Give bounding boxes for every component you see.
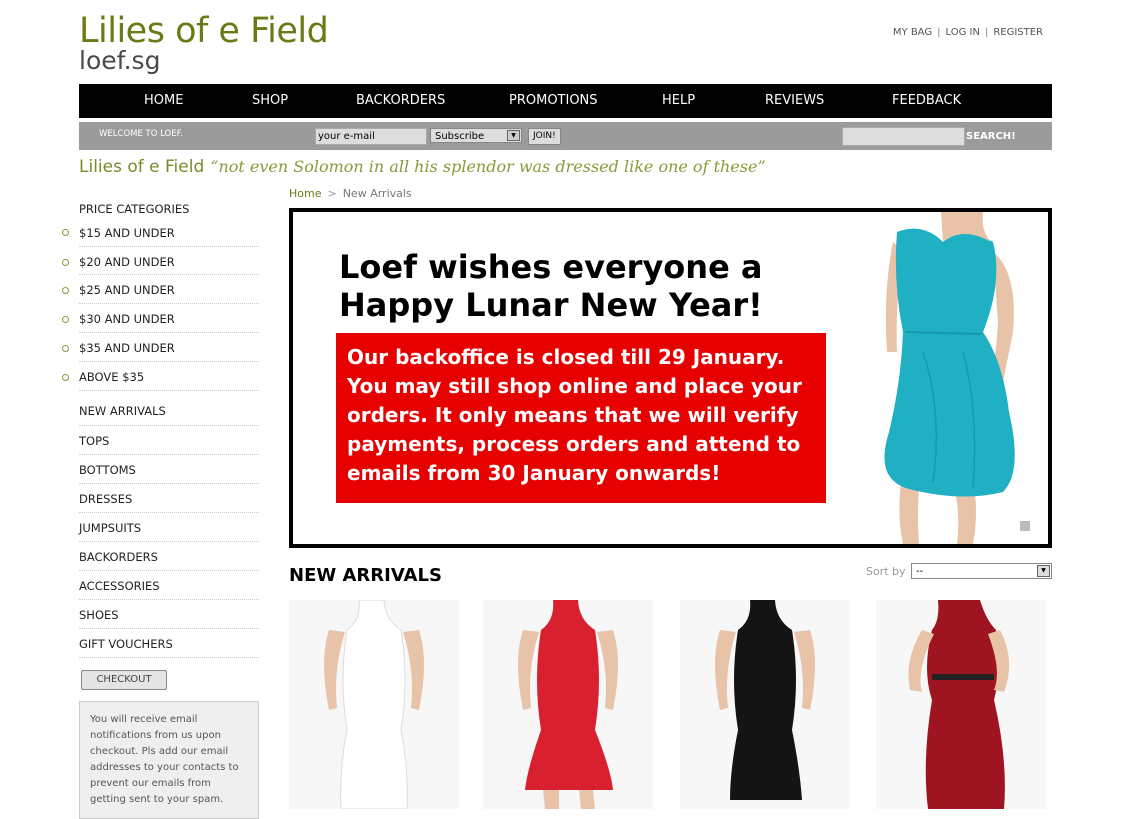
- login-link[interactable]: LOG IN: [945, 27, 979, 38]
- nav-help[interactable]: HELP: [662, 84, 695, 118]
- sort-select[interactable]: -- ▼: [911, 563, 1052, 579]
- new-arrivals-title: NEW ARRIVALS: [289, 565, 442, 586]
- slider-pager-dot[interactable]: [1020, 521, 1030, 531]
- breadcrumb-separator: >: [327, 187, 337, 200]
- notice-line: Our backoffice is closed till 29 January…: [347, 345, 785, 369]
- sidebar-item-label: SHOES: [79, 608, 119, 622]
- subscribe-select-value: Subscribe: [435, 131, 485, 142]
- product-image-white-dress[interactable]: [289, 599, 459, 810]
- tagline-quote: “not even Solomon in all his splendor wa…: [210, 157, 766, 176]
- sidebar-item-label: JUMPSUITS: [79, 521, 142, 535]
- bullet-icon: [62, 374, 69, 381]
- account-links: MY BAG | LOG IN | REGISTER: [892, 27, 1043, 38]
- sidebar-item-dresses[interactable]: DRESSES: [79, 484, 259, 513]
- sidebar-item-label: NEW ARRIVALS: [79, 404, 166, 418]
- sidebar-item-new-arrivals[interactable]: NEW ARRIVALS: [79, 391, 259, 426]
- sidebar-item-price-20[interactable]: $20 AND UNDER: [62, 247, 259, 275]
- bullet-icon: [62, 229, 69, 236]
- sidebar-item-label: DRESSES: [79, 492, 133, 506]
- sidebar-item-label: BACKORDERS: [79, 550, 158, 564]
- nav-promotions[interactable]: PROMOTIONS: [509, 84, 598, 118]
- tagline: Lilies of e Field “not even Solomon in al…: [79, 157, 766, 177]
- product-card[interactable]: [483, 600, 653, 809]
- bullet-icon: [62, 345, 69, 352]
- banner-headline-line2: Happy Lunar New Year!: [339, 286, 763, 324]
- notice-line: orders. It only means that we will verif…: [347, 403, 799, 427]
- product-card[interactable]: [680, 600, 850, 809]
- sort-by-label: Sort by: [866, 565, 906, 578]
- banner-headline-line1: Loef wishes everyone a: [339, 248, 763, 286]
- chevron-down-icon: ▼: [1037, 565, 1050, 577]
- sidebar-item-price-35[interactable]: $35 AND UNDER: [62, 333, 259, 362]
- promo-banner[interactable]: Loef wishes everyone a Happy Lunar New Y…: [289, 208, 1052, 548]
- banner-headline: Loef wishes everyone a Happy Lunar New Y…: [339, 248, 763, 324]
- notice-line: payments, process orders and attend to: [347, 432, 801, 456]
- join-button[interactable]: JOIN!: [528, 128, 561, 145]
- price-categories-heading: PRICE CATEGORIES: [79, 202, 190, 216]
- sidebar-item-label: GIFT VOUCHERS: [79, 637, 173, 651]
- notice-line: emails from 30 January onwards!: [347, 461, 721, 485]
- nav-reviews[interactable]: REVIEWS: [765, 84, 824, 118]
- sidebar-item-jumpsuits[interactable]: JUMPSUITS: [79, 513, 259, 542]
- site-logo[interactable]: Lilies of e Field loef.sg: [79, 10, 329, 74]
- breadcrumb-current: New Arrivals: [342, 187, 412, 200]
- sidebar-item-label: BOTTOMS: [79, 463, 136, 477]
- sidebar-item-label: $20 AND UNDER: [79, 255, 175, 269]
- chevron-down-icon: ▼: [507, 130, 520, 141]
- nav-home[interactable]: HOME: [144, 84, 183, 118]
- tagline-brand: Lilies of e Field: [79, 157, 205, 177]
- product-card[interactable]: [876, 600, 1046, 809]
- sidebar-item-price-25[interactable]: $25 AND UNDER: [62, 275, 259, 304]
- sidebar-item-label: $15 AND UNDER: [79, 226, 175, 240]
- checkout-button[interactable]: CHECKOUT: [81, 670, 167, 690]
- subscribe-select[interactable]: Subscribe ▼: [430, 128, 522, 143]
- sidebar-item-accessories[interactable]: ACCESSORIES: [79, 571, 259, 600]
- breadcrumb-home[interactable]: Home: [289, 187, 321, 200]
- newsletter-email-input[interactable]: [315, 128, 427, 145]
- notice-line: You may still shop online and place your: [347, 374, 802, 398]
- product-card[interactable]: [289, 599, 459, 810]
- banner-notice-text: Our backoffice is closed till 29 January…: [347, 343, 802, 488]
- sidebar-item-price-above-35[interactable]: ABOVE $35: [62, 362, 259, 391]
- sidebar-item-label: $35 AND UNDER: [79, 341, 175, 355]
- sidebar-item-label: ABOVE $35: [79, 370, 145, 384]
- welcome-text: WELCOME TO LOEF.: [99, 129, 183, 139]
- sidebar-item-shoes[interactable]: SHOES: [79, 600, 259, 629]
- bullet-icon: [62, 259, 69, 266]
- breadcrumb: Home > New Arrivals: [289, 187, 412, 200]
- product-image-red-dress[interactable]: [483, 600, 653, 809]
- sidebar-item-bottoms[interactable]: BOTTOMS: [79, 455, 259, 484]
- search-input[interactable]: [842, 127, 965, 146]
- banner-notice-box: Our backoffice is closed till 29 January…: [336, 333, 826, 503]
- sidebar: PRICE CATEGORIES $15 AND UNDER $20 AND U…: [62, 202, 259, 658]
- product-image-black-dress[interactable]: [680, 600, 850, 809]
- bullet-icon: [62, 316, 69, 323]
- sidebar-item-price-15[interactable]: $15 AND UNDER: [62, 222, 259, 247]
- sidebar-item-label: TOPS: [79, 434, 110, 448]
- sidebar-item-label: $25 AND UNDER: [79, 283, 175, 297]
- register-link[interactable]: REGISTER: [993, 27, 1043, 38]
- bullet-icon: [62, 287, 69, 294]
- nav-shop[interactable]: SHOP: [252, 84, 288, 118]
- search-button[interactable]: SEARCH!: [966, 131, 1016, 142]
- product-image-maroon-dress[interactable]: [876, 600, 1046, 809]
- sidebar-item-gift-vouchers[interactable]: GIFT VOUCHERS: [79, 629, 259, 658]
- email-notice: You will receive email notifications fro…: [79, 701, 259, 819]
- my-bag-link[interactable]: MY BAG: [893, 27, 932, 38]
- nav-feedback[interactable]: FEEDBACK: [892, 84, 961, 118]
- sidebar-item-tops[interactable]: TOPS: [79, 426, 259, 455]
- sidebar-item-backorders[interactable]: BACKORDERS: [79, 542, 259, 571]
- nav-backorders[interactable]: BACKORDERS: [356, 84, 445, 118]
- utility-bar: WELCOME TO LOEF. Subscribe ▼ JOIN! SEARC…: [79, 122, 1052, 150]
- sidebar-item-price-30[interactable]: $30 AND UNDER: [62, 304, 259, 333]
- sidebar-item-label: ACCESSORIES: [79, 579, 160, 593]
- sort-select-value: --: [916, 566, 924, 577]
- sidebar-item-label: $30 AND UNDER: [79, 312, 175, 326]
- banner-model-image: [884, 212, 1015, 544]
- main-nav: HOME SHOP BACKORDERS PROMOTIONS HELP REV…: [79, 84, 1052, 118]
